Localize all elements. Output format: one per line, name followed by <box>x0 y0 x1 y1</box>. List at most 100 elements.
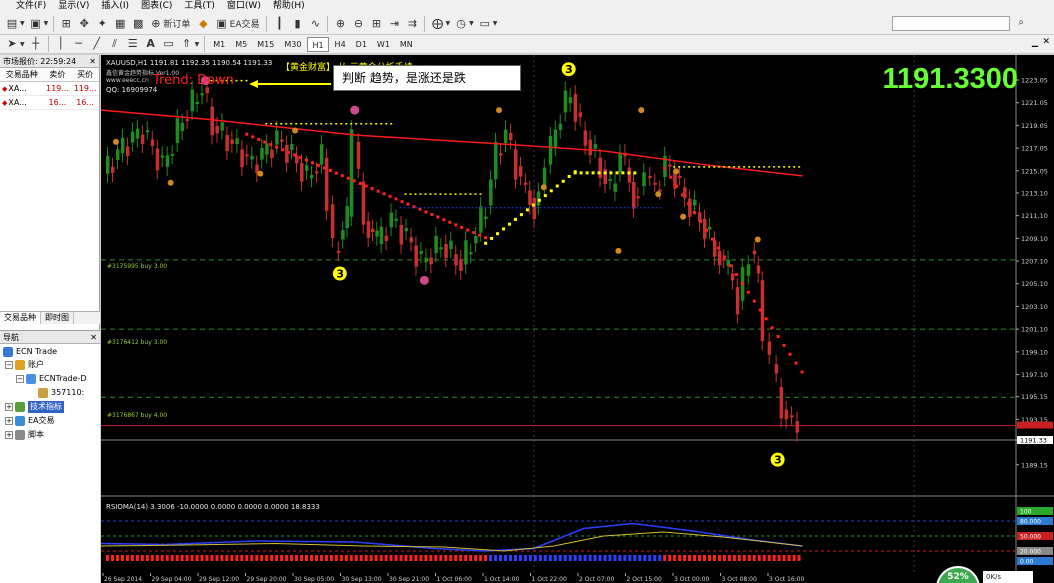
rsi-histogram-bar <box>543 555 547 561</box>
tab-tick-chart[interactable]: 即时图 <box>41 312 74 324</box>
strategy-tester-icon[interactable]: ▩ <box>130 16 146 32</box>
expand-icon[interactable]: + <box>5 403 13 411</box>
new-chart-icon[interactable]: ▤ <box>4 16 20 32</box>
tree-server[interactable]: − ECNTrade-D <box>16 373 87 385</box>
tree-ecn-trade[interactable]: ECN Trade <box>3 346 57 358</box>
search-icon[interactable]: ⌕ <box>1018 17 1024 28</box>
menu-view[interactable]: 显示(V) <box>52 0 95 13</box>
close-icon[interactable]: ✕ <box>90 331 97 343</box>
candle-body <box>379 226 384 245</box>
trendline-icon[interactable]: ╱ <box>89 36 105 52</box>
signal-dot <box>722 255 726 259</box>
timeframe-m5[interactable]: M5 <box>231 37 251 52</box>
menu-insert[interactable]: 插入(I) <box>95 0 135 13</box>
tree-accounts[interactable]: − 账户 <box>5 359 44 371</box>
vertical-line-icon[interactable]: │ <box>53 36 69 52</box>
timeframe-mn[interactable]: MN <box>396 37 417 52</box>
text-icon[interactable]: A <box>143 36 159 52</box>
col-ask[interactable]: 买价 <box>71 68 99 81</box>
order-line-label: #3176867 buy 4.00 <box>107 412 168 419</box>
metaeditor-icon[interactable]: ◆ <box>195 16 211 32</box>
templates-icon[interactable]: ▭ <box>477 16 493 32</box>
auto-scroll-icon[interactable]: ⇉ <box>404 16 420 32</box>
bar-chart-icon[interactable]: ┃ <box>271 16 287 32</box>
search-input[interactable] <box>892 16 1010 31</box>
zoom-out-icon[interactable]: ⊖ <box>350 16 366 32</box>
timeframe-h1[interactable]: H1 <box>307 36 329 52</box>
market-watch-icon[interactable]: ⊞ <box>58 16 74 32</box>
tab-symbols[interactable]: 交易品种 <box>0 312 41 324</box>
timeframe-m30[interactable]: M30 <box>280 37 305 52</box>
candle-body <box>309 174 314 179</box>
candle-body <box>260 147 264 160</box>
quote-row[interactable]: ◆XA... 119... 119... <box>0 82 99 96</box>
collapse-icon[interactable]: − <box>5 361 13 369</box>
dropdown-arrow-icon[interactable]: ▼ <box>20 41 25 48</box>
navigator-icon[interactable]: ✦ <box>94 16 110 32</box>
tree-account-number[interactable]: 357110: <box>38 387 84 399</box>
dropdown-arrow-icon[interactable]: ▼ <box>195 41 200 48</box>
new-order-button[interactable]: ⊕ 新订单 <box>148 16 193 32</box>
dropdown-arrow-icon[interactable]: ▼ <box>469 20 474 27</box>
rsi-histogram-bar <box>777 555 781 561</box>
zoom-in-icon[interactable]: ⊕ <box>332 16 348 32</box>
periods-icon[interactable]: ◷ <box>453 16 469 32</box>
dropdown-arrow-icon[interactable]: ▼ <box>445 20 450 27</box>
minimize-icon[interactable]: ▁ <box>1032 38 1038 47</box>
quote-row[interactable]: ◆XA... 16... 16... <box>0 96 99 110</box>
crosshair-icon[interactable]: ┼ <box>28 36 44 52</box>
rsi-histogram-bar <box>513 555 517 561</box>
signal-dot <box>567 174 571 178</box>
tree-scripts[interactable]: + 脚本 <box>5 429 44 441</box>
dropdown-arrow-icon[interactable]: ▼ <box>20 20 25 27</box>
channel-icon[interactable]: ⫽ <box>107 36 123 52</box>
price-chart[interactable]: 1223.05 1221.05 1219.05 1217.05 1215.05 1213.… <box>101 55 1054 583</box>
line-chart-icon[interactable]: ∿ <box>307 16 323 32</box>
close-icon[interactable]: ✕ <box>89 55 96 67</box>
signal-dot <box>663 166 667 170</box>
data-window-icon[interactable]: ✥ <box>76 16 92 32</box>
menu-file[interactable]: 文件(F) <box>0 0 52 13</box>
expand-icon[interactable]: + <box>5 431 13 439</box>
chart-shift-icon[interactable]: ⇥ <box>386 16 402 32</box>
arrows-icon[interactable]: ⇑ <box>179 36 195 52</box>
rsi-histogram-bar <box>369 555 373 561</box>
horizontal-line-icon[interactable]: ─ <box>71 36 87 52</box>
col-symbol[interactable]: 交易品种 <box>0 68 44 81</box>
menu-tools[interactable]: 工具(T) <box>178 0 221 13</box>
terminal-icon[interactable]: ▦ <box>112 16 128 32</box>
ea-trading-button[interactable]: ▣ EA交易 <box>213 16 262 32</box>
col-bid[interactable]: 卖价 <box>44 68 72 81</box>
fibonacci-icon[interactable]: ☰ <box>125 36 141 52</box>
candle-body <box>636 196 640 199</box>
signal-marker <box>655 191 662 198</box>
y-tick-label: 1205.10 <box>1021 280 1048 288</box>
rsi-histogram-bar <box>583 555 587 561</box>
timeframe-d1[interactable]: D1 <box>352 37 371 52</box>
menu-window[interactable]: 窗口(W) <box>221 0 267 13</box>
tree-label: ECN Trade <box>16 347 58 356</box>
expand-icon[interactable]: + <box>5 417 13 425</box>
indicators-icon[interactable]: ⨁ <box>429 16 445 32</box>
tree-expert-advisors[interactable]: + EA交易 <box>5 415 55 427</box>
dropdown-arrow-icon[interactable]: ▼ <box>493 20 498 27</box>
timeframe-m1[interactable]: M1 <box>209 37 229 52</box>
timeframe-h4[interactable]: H4 <box>331 37 350 52</box>
cursor-icon[interactable]: ➤ <box>4 36 20 52</box>
tree-indicators[interactable]: + 技术指标 <box>5 401 64 413</box>
tile-windows-icon[interactable]: ⊞ <box>368 16 384 32</box>
timeframe-m15[interactable]: M15 <box>253 37 278 52</box>
profiles-icon[interactable]: ▣ <box>28 16 44 32</box>
close-icon[interactable]: ✕ <box>1042 37 1050 47</box>
label-icon[interactable]: ▭ <box>161 36 177 52</box>
x-tick-label: 3 Oct 00:00 <box>674 576 709 583</box>
collapse-icon[interactable]: − <box>16 375 24 383</box>
candle-body <box>130 131 135 143</box>
dropdown-arrow-icon[interactable]: ▼ <box>44 20 49 27</box>
candle-body <box>371 228 375 233</box>
menu-help[interactable]: 帮助(H) <box>267 0 311 13</box>
candlestick-icon[interactable]: ▮ <box>289 16 305 32</box>
candle-body <box>210 106 214 136</box>
menu-charts[interactable]: 图表(C) <box>135 0 178 13</box>
timeframe-w1[interactable]: W1 <box>373 37 394 52</box>
